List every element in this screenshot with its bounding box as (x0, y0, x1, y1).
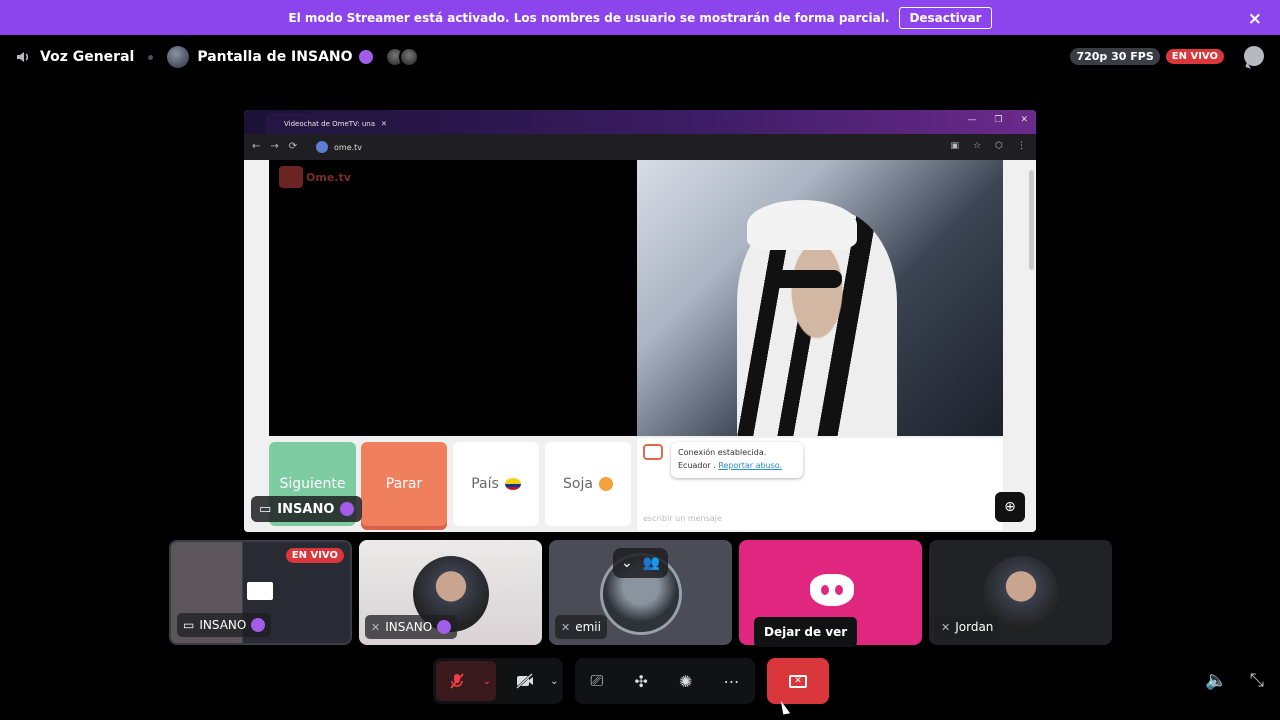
mic-muted-icon[interactable] (436, 661, 479, 701)
toolbar-icons: ▣ ☆ ⬡ ⋮ (950, 141, 1026, 151)
mic-camera-controls: ⌄ ⌄ (433, 658, 563, 704)
streamer-avatar (167, 46, 190, 68)
chat-panel: Conexión establecida. Ecuador . Reportar… (637, 438, 1003, 530)
participant-tile[interactable]: ✕ INSANO (359, 540, 542, 645)
gender-label: Soja (563, 476, 593, 492)
soundboard-icon[interactable]: ✺ (679, 661, 692, 701)
sunglasses-shape (772, 270, 842, 288)
ometv-logo: Ome.tv (279, 166, 351, 188)
devil-emoji-icon (437, 620, 452, 634)
minimize-icon: — (967, 115, 977, 125)
banner-message: El modo Streamer está activado. Los nomb… (288, 10, 890, 25)
tile-name-label: ✕ Jordan (935, 615, 1000, 639)
tile-name-label: ✕ INSANO (365, 615, 458, 639)
mic-muted-icon: ✕ (371, 620, 381, 634)
participant-tile[interactable]: ✕ Jordan (929, 540, 1112, 645)
screen-share-icon (247, 582, 273, 600)
screen-share-icon: ▭ (259, 501, 272, 517)
tile-name-label: ✕ emii (555, 615, 607, 639)
streamer-name-label: ▭ INSANO (251, 496, 363, 522)
chevron-down-icon[interactable]: ⌄ (546, 661, 563, 701)
activity-controls: ⎚ ✣ ✺ ⋯ (575, 658, 755, 704)
participant-name: Jordan (955, 620, 994, 634)
browser-tab-title: Videochat de OmeTV: una (284, 119, 376, 128)
local-video: Ome.tv (269, 160, 637, 436)
close-icon: ✕ (381, 119, 387, 128)
live-badge: EN VIVO (1165, 48, 1224, 64)
people-icon[interactable]: 👥 (643, 555, 660, 571)
remote-video (637, 160, 1003, 436)
more-options-icon[interactable]: ⋯ (723, 661, 739, 701)
chat-message: Conexión establecida. Ecuador . Reportar… (671, 442, 803, 478)
speaker-icon (14, 48, 32, 66)
streamer-mode-banner: El modo Streamer está activado. Los nomb… (0, 0, 1280, 35)
live-badge: EN VIVO (285, 548, 344, 563)
country-label: País (471, 476, 499, 492)
separator-dot (148, 54, 154, 60)
scrollbar (1029, 170, 1034, 270)
stream-info: 720p 30 FPS EN VIVO (1070, 46, 1264, 66)
site-icon (316, 141, 328, 153)
chat-input-placeholder: escribir un mensaje (643, 514, 722, 523)
logo-text: Ome.tv (306, 170, 351, 184)
devil-emoji-icon (251, 618, 266, 632)
exit-fullscreen-icon[interactable]: ⤡ (1250, 670, 1264, 691)
url-text: ome.tv (334, 142, 363, 152)
participant-name: emii (575, 620, 601, 634)
tile-name-label: ▭ INSANO (177, 613, 272, 637)
nav-icons: ←→⟳ (252, 141, 308, 152)
participant-tile[interactable]: ⌄ 👥 ✕ emii (549, 540, 732, 645)
close-icon: ✕ (1020, 115, 1028, 125)
chat-icon[interactable] (1244, 46, 1264, 66)
activities-icon[interactable]: ✣ (634, 661, 647, 701)
browser-tab: Videochat de OmeTV: una ✕ (266, 113, 401, 134)
share-screen-icon[interactable]: ⎚ (591, 661, 604, 701)
participant-name: INSANO (199, 618, 247, 632)
devil-emoji-icon (340, 502, 355, 516)
maximize-icon: ❐ (994, 115, 1003, 125)
country-text: Ecuador . (678, 461, 716, 470)
report-link: Reportar abuso. (718, 461, 783, 470)
connected-text: Conexión establecida. (678, 448, 767, 457)
disable-streamer-mode-button[interactable]: Desactivar (899, 6, 992, 29)
zoom-in-icon[interactable]: ⊕ (995, 492, 1025, 522)
screen-share-stream[interactable]: Videochat de OmeTV: una ✕ — ❐ ✕ ←→⟳ ome.… (244, 110, 1036, 532)
mic-muted-icon: ✕ (941, 620, 951, 634)
stop-stream-icon: ✕ (789, 674, 807, 688)
camera-off-icon[interactable] (504, 661, 546, 701)
streamer-name: INSANO (277, 501, 335, 517)
participant-tile[interactable]: EN VIVO ▭ INSANO (169, 540, 352, 645)
face-emoji-icon (598, 477, 613, 491)
close-icon[interactable]: × (1248, 9, 1262, 29)
discord-icon (810, 574, 854, 606)
chevron-down-icon[interactable]: ⌄ (478, 661, 496, 701)
stream-title: Pantalla de INSANO (197, 49, 353, 65)
stop-watching-tooltip: Dejar de ver (754, 617, 858, 647)
stop-watching-button[interactable]: ✕ (767, 658, 829, 704)
address-bar: ome.tv (316, 139, 386, 155)
volume-icon[interactable]: 🔈 (1205, 670, 1227, 691)
screen-share-icon: ▭ (183, 618, 195, 632)
participant-name: INSANO (385, 620, 433, 634)
gender-button: Soja (545, 442, 631, 526)
channel-name[interactable]: Voz General (40, 49, 134, 65)
chevron-down-icon[interactable]: ⌄ (621, 555, 633, 571)
stop-button: Parar (361, 442, 447, 526)
country-button: País (453, 442, 539, 526)
cap-shape (747, 200, 857, 250)
tile-actions: ⌄ 👥 (613, 548, 669, 578)
ometv-chat-logo-icon (643, 444, 663, 460)
ometv-page: Ome.tv Siguiente Parar País Soja Conexió… (244, 160, 1036, 532)
browser-toolbar: ←→⟳ ome.tv ▣ ☆ ⬡ ⋮ (244, 134, 1036, 160)
ecuador-flag-icon (504, 478, 521, 490)
mic-muted-icon: ✕ (561, 620, 571, 634)
quality-badge: 720p 30 FPS (1070, 47, 1160, 65)
browser-titlebar: Videochat de OmeTV: una ✕ — ❐ ✕ (244, 110, 1036, 134)
window-controls: — ❐ ✕ (967, 115, 1028, 125)
viewer-avatar[interactable] (398, 47, 419, 67)
devil-emoji-icon (358, 50, 373, 64)
call-header: Voz General Pantalla de INSANO 720p 30 F… (0, 38, 1280, 76)
corner-controls: 🔈 ⤡ (1205, 670, 1264, 691)
